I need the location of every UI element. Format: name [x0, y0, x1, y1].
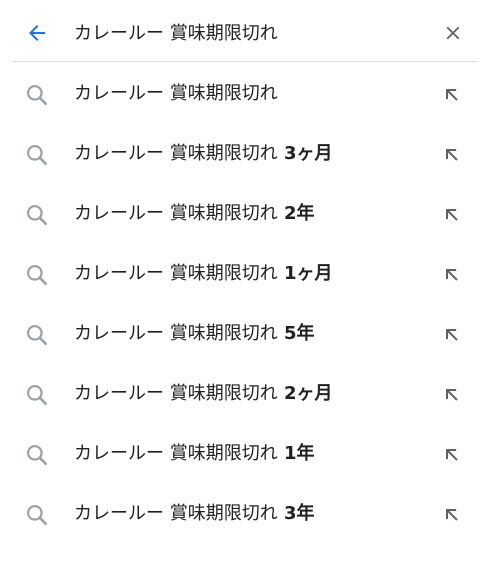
suggestion-item[interactable]: カレールー 賞味期限切れ 1ヶ月: [0, 244, 490, 304]
fill-query-button[interactable]: [440, 323, 464, 347]
divider: [12, 61, 478, 62]
suggestion-completion: 2ヶ月: [277, 383, 333, 404]
search-icon: [27, 265, 47, 285]
arrow-up-left-icon: [446, 89, 458, 101]
suggestion-text: カレールー 賞味期限切れ 2年: [74, 202, 315, 226]
suggestion-item[interactable]: カレールー 賞味期限切れ 3年: [0, 484, 490, 544]
suggestion-list: カレールー 賞味期限切れ カレールー 賞味期限切れ 3ヶ月 カレールー 賞味期限…: [0, 64, 490, 544]
arrow-up-left-icon: [446, 209, 458, 221]
arrow-up-left-icon: [446, 329, 458, 341]
fill-query-button[interactable]: [440, 503, 464, 527]
suggestion-base: カレールー 賞味期限切れ: [74, 383, 278, 404]
suggestion-completion: 5年: [277, 323, 315, 344]
fill-query-button[interactable]: [440, 203, 464, 227]
suggestion-text: カレールー 賞味期限切れ 5年: [74, 322, 315, 346]
suggestion-item[interactable]: カレールー 賞味期限切れ: [0, 64, 490, 124]
suggestion-text: カレールー 賞味期限切れ 2ヶ月: [74, 382, 333, 406]
arrow-up-left-icon: [446, 149, 458, 161]
suggestion-item[interactable]: カレールー 賞味期限切れ 1年: [0, 424, 490, 484]
suggestion-completion: 3ヶ月: [277, 143, 333, 164]
suggestion-text: カレールー 賞味期限切れ 3ヶ月: [74, 142, 333, 166]
arrow-left-icon: [29, 25, 45, 41]
suggestion-base: カレールー 賞味期限切れ: [74, 443, 278, 464]
suggestion-base: カレールー 賞味期限切れ: [74, 83, 278, 104]
suggestion-item[interactable]: カレールー 賞味期限切れ 5年: [0, 304, 490, 364]
suggestion-completion: 2年: [277, 203, 315, 224]
suggestion-base: カレールー 賞味期限切れ: [74, 203, 278, 224]
suggestion-text: カレールー 賞味期限切れ 1ヶ月: [74, 262, 333, 286]
arrow-up-left-icon: [446, 269, 458, 281]
fill-query-button[interactable]: [440, 143, 464, 167]
search-icon: [27, 205, 47, 225]
suggestion-text: カレールー 賞味期限切れ 1年: [74, 442, 315, 466]
search-icon: [27, 325, 47, 345]
search-bar: [0, 0, 490, 64]
search-icon: [27, 445, 47, 465]
search-icon: [27, 145, 47, 165]
suggestion-completion: 1ヶ月: [277, 263, 333, 284]
suggestion-base: カレールー 賞味期限切れ: [74, 503, 278, 524]
suggestion-completion: 3年: [277, 503, 315, 524]
back-button[interactable]: [22, 18, 52, 48]
suggestion-text: カレールー 賞味期限切れ 3年: [74, 502, 315, 526]
close-icon: [446, 26, 460, 40]
clear-button[interactable]: [438, 18, 468, 48]
fill-query-button[interactable]: [440, 263, 464, 287]
suggestion-base: カレールー 賞味期限切れ: [74, 263, 278, 284]
search-icon: [27, 385, 47, 405]
arrow-up-left-icon: [446, 389, 458, 401]
search-icon: [27, 85, 47, 105]
fill-query-button[interactable]: [440, 83, 464, 107]
suggestion-item[interactable]: カレールー 賞味期限切れ 2ヶ月: [0, 364, 490, 424]
suggestion-completion: 1年: [277, 443, 315, 464]
search-icon: [27, 505, 47, 525]
suggestion-item[interactable]: カレールー 賞味期限切れ 2年: [0, 184, 490, 244]
arrow-up-left-icon: [446, 449, 458, 461]
suggestion-text: カレールー 賞味期限切れ: [74, 82, 278, 106]
suggestion-item[interactable]: カレールー 賞味期限切れ 3ヶ月: [0, 124, 490, 184]
fill-query-button[interactable]: [440, 383, 464, 407]
search-input[interactable]: [74, 14, 414, 50]
fill-query-button[interactable]: [440, 443, 464, 467]
suggestion-base: カレールー 賞味期限切れ: [74, 143, 278, 164]
suggestion-base: カレールー 賞味期限切れ: [74, 323, 278, 344]
arrow-up-left-icon: [446, 509, 458, 521]
